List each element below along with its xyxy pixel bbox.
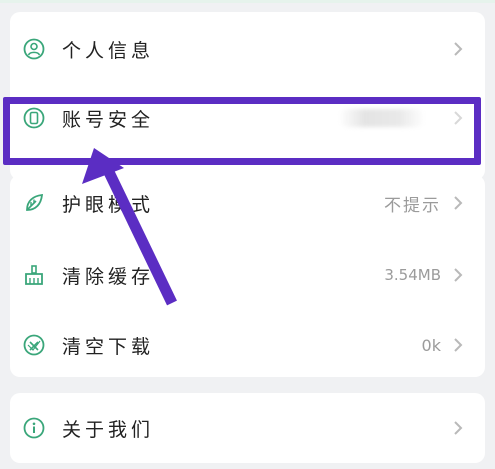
top-strip xyxy=(0,0,495,3)
chevron-right-icon xyxy=(449,109,467,127)
redacted-value xyxy=(339,109,425,127)
settings-row-account-security[interactable]: 账号安全 xyxy=(10,90,485,146)
download-clear-icon xyxy=(23,334,45,356)
settings-row-label: 关于我们 xyxy=(62,418,155,441)
chevron-right-icon xyxy=(449,40,467,58)
chevron-right-icon xyxy=(449,336,467,354)
settings-row-label: 清空下载 xyxy=(62,335,155,358)
settings-row-label: 清除缓存 xyxy=(62,265,155,288)
settings-row-value: 3.54MB xyxy=(384,266,441,284)
settings-row-value: 0k xyxy=(421,335,441,355)
leaf-icon xyxy=(23,192,45,214)
chevron-right-icon xyxy=(449,194,467,212)
settings-row-clear-cache[interactable]: 清除缓存 3.54MB xyxy=(10,247,485,303)
settings-row-label: 账号安全 xyxy=(62,108,155,131)
settings-row-label: 护眼模式 xyxy=(62,193,155,216)
settings-card-general: 护眼模式 不提示 清除缓存 3.54MB 清空下载 0k xyxy=(10,175,485,377)
phone-icon xyxy=(23,107,45,129)
broom-icon xyxy=(23,264,45,286)
settings-card-account: 个人信息 账号安全 xyxy=(10,12,485,180)
settings-row-eye-care-mode[interactable]: 护眼模式 不提示 xyxy=(10,175,485,231)
chevron-right-icon xyxy=(449,266,467,284)
settings-row-personal-info[interactable]: 个人信息 xyxy=(10,21,485,77)
chevron-right-icon xyxy=(449,419,467,437)
settings-row-about-us[interactable]: 关于我们 xyxy=(10,400,485,456)
info-icon xyxy=(23,417,45,439)
settings-row-value: 不提示 xyxy=(384,195,441,216)
settings-card-about: 关于我们 xyxy=(10,393,485,463)
settings-row-label: 个人信息 xyxy=(62,39,155,62)
user-circle-icon xyxy=(23,38,45,60)
settings-row-clear-downloads[interactable]: 清空下载 0k xyxy=(10,317,485,373)
